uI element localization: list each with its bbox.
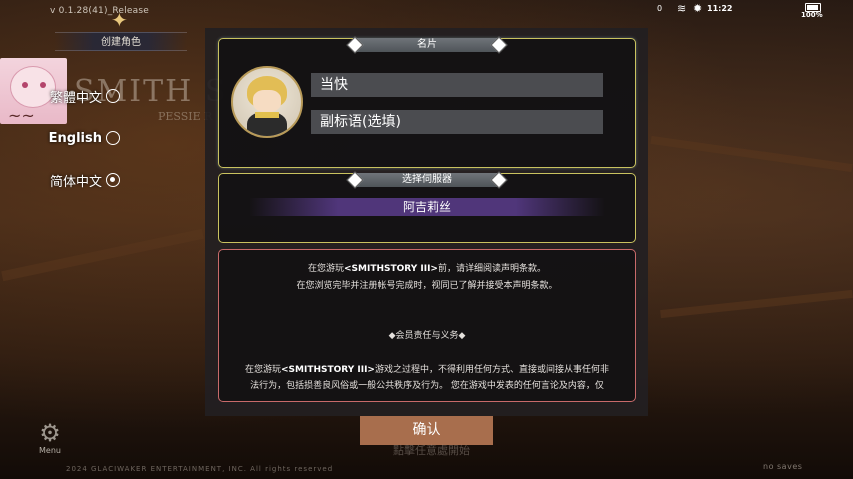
terms-line: 在您游玩<SMITHSTORY III>游戏之过程中，不得利用任何方式、直接或间… [245,365,609,375]
create-character-panel: 名片 当快 副标语(选填) 选择伺服器 阿吉莉丝 在您游玩<SMITHSTORY… [205,28,648,416]
copyright: 2024 GLACIWAKER ENTERTAINMENT, INC. All … [66,465,334,473]
background-beam [650,135,853,173]
language-option-simplified-chinese[interactable]: 简体中文 [40,169,120,191]
avatar-scribble-icon: ~~ [8,106,35,124]
server-card: 选择伺服器 阿吉莉丝 [218,171,636,243]
gear-icon: ⚙ [39,419,61,447]
menu-button[interactable]: ⚙ Menu [36,420,64,455]
notification-count: 0 [657,4,663,13]
radio-button[interactable] [106,89,120,103]
diamond-icon [490,171,508,189]
server-card-title: 选择伺服器 [402,174,452,185]
diamond-icon [346,36,364,54]
background-beam [660,289,853,319]
battery-percent: 100% [801,11,823,19]
name-card: 名片 当快 副标语(选填) [218,36,636,168]
language-label: English [48,130,102,146]
portrait-scarf [255,112,279,118]
character-name-input[interactable]: 当快 [311,73,603,97]
name-card-header: 名片 [346,36,508,54]
radio-button-selected[interactable] [106,173,120,187]
wifi-icon: ≋ [677,2,687,15]
language-label: 简体中文 [49,174,102,190]
language-option-english[interactable]: English [40,127,120,149]
subtitle-input[interactable]: 副标语(选填) [311,110,603,134]
server-option[interactable]: 阿吉莉丝 [249,198,605,216]
crown-ornament-icon: ✦ [111,8,128,32]
version-label: v 0.1.28(41)_Release [50,6,149,16]
terms-section-title: ◆会员责任与义务◆ [388,331,466,341]
terms-card[interactable]: 在您游玩<SMITHSTORY III>前，请详细阅读声明条款。 在您浏览完毕并… [218,249,636,402]
diamond-icon [346,171,364,189]
terms-line: 在您浏览完毕并注册帐号完成时，视同已了解并接受本声明条款。 [296,281,558,291]
status-bar: 0 ≋ ✹ 11:22 100% [633,0,853,20]
avatar-eye [22,82,28,88]
portrait-face [253,90,281,112]
language-label: 繁體中文 [49,90,102,106]
save-status: no saves [763,462,803,471]
brightness-icon: ✹ [693,2,703,15]
background-beam [1,228,204,282]
character-portrait[interactable] [231,66,303,138]
menu-label: Menu [39,446,61,455]
title-banner: ✦ 创建角色 [55,8,187,54]
server-card-header: 选择伺服器 [346,171,508,189]
radio-button[interactable] [106,131,120,145]
start-hint: 點擊任意處開始 [393,444,470,457]
clock: 11:22 [707,4,733,13]
page-title: 创建角色 [101,37,141,48]
name-card-title: 名片 [417,39,437,50]
language-option-traditional-chinese[interactable]: 繁體中文 [40,85,120,107]
confirm-button[interactable]: 确认 [360,416,493,445]
diamond-icon [490,36,508,54]
terms-line: 法行为，包括损善良风俗或一般公共秩序及行为。 您在游戏中发表的任何言论及内容，仅 [250,381,604,391]
terms-line: 在您游玩<SMITHSTORY III>前，请详细阅读声明条款。 [308,264,546,274]
